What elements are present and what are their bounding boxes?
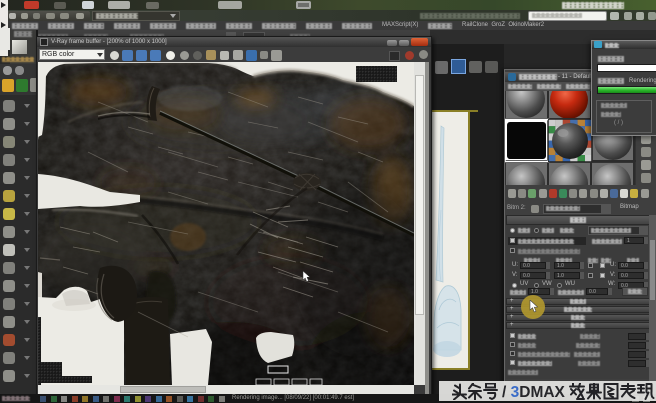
svg-text:/ 3DMAX: / 3DMAX <box>502 384 566 400</box>
